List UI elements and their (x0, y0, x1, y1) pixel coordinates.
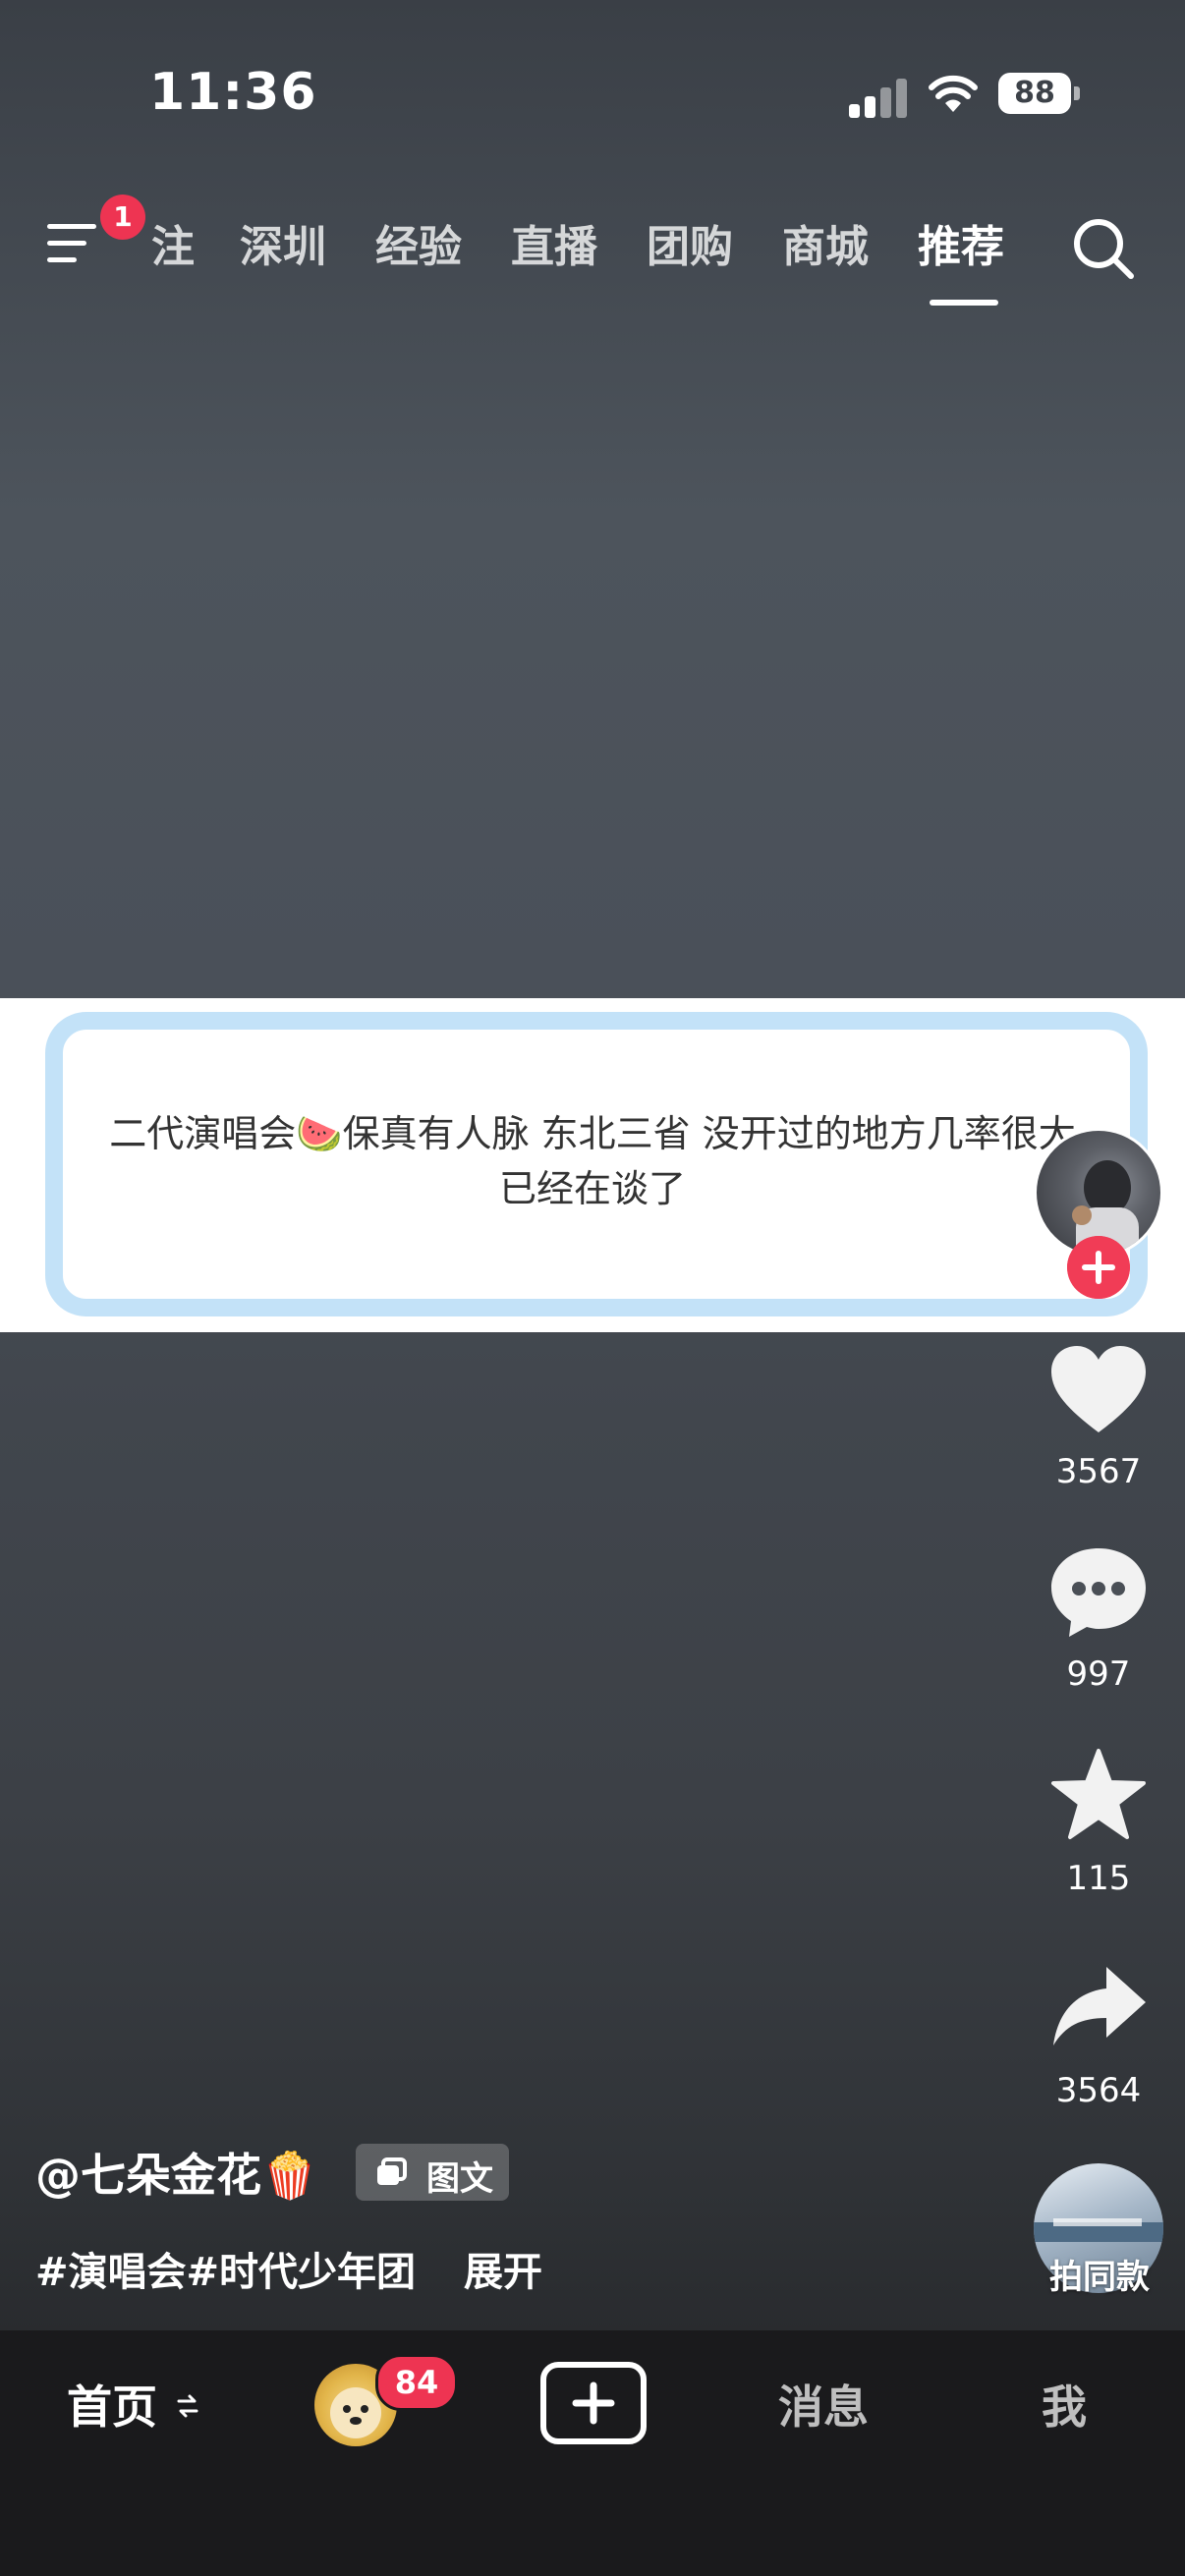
share-arrow-icon[interactable] (1047, 1959, 1150, 2057)
menu-notification-badge: 1 (100, 195, 145, 240)
post-type-label: 图文 (426, 2159, 493, 2199)
battery-level: 88 (998, 73, 1071, 114)
tab-following[interactable]: 注 (151, 218, 195, 277)
expand-button[interactable]: 展开 (464, 2240, 542, 2297)
like-count: 3567 (1055, 1452, 1142, 1491)
tab-shenzhen[interactable]: 深圳 (240, 218, 326, 277)
same-style-label[interactable]: 拍同款 (1022, 2250, 1177, 2298)
tab-me[interactable]: 我 (1042, 2372, 1087, 2436)
cellular-signal-icon (849, 77, 908, 118)
post-card-text: 二代演唱会🍉保真有人脉 东北三省 没开过的地方几率很大 已经在谈了 (109, 1112, 1076, 1210)
friends-notification-badge: 84 (375, 2354, 458, 2411)
swap-arrows-icon[interactable] (177, 2391, 198, 2421)
tab-home[interactable]: 首页 (67, 2372, 157, 2436)
post-hashtags[interactable]: #演唱会#时代少年团 (35, 2240, 416, 2297)
tab-messages[interactable]: 消息 (778, 2372, 869, 2436)
comment-icon[interactable] (1047, 1542, 1150, 1641)
active-tab-indicator (930, 300, 998, 306)
wifi-icon (929, 75, 978, 112)
follow-button[interactable] (1067, 1236, 1130, 1299)
status-time: 11:36 (149, 63, 317, 122)
battery-indicator: 88 (998, 73, 1081, 114)
tab-experience[interactable]: 经验 (375, 218, 462, 277)
share-count: 3564 (1055, 2071, 1142, 2110)
tab-mall[interactable]: 商城 (782, 218, 869, 277)
create-button[interactable] (540, 2362, 647, 2444)
tab-group-buy[interactable]: 团购 (647, 218, 733, 277)
favorite-star-icon[interactable] (1047, 1747, 1150, 1845)
favorite-count: 115 (1066, 1859, 1131, 1898)
like-heart-icon[interactable] (1047, 1342, 1150, 1440)
search-icon[interactable] (1071, 216, 1136, 281)
tab-recommended[interactable]: 推荐 (918, 218, 1004, 277)
author-name[interactable]: @七朵金花🍿 (35, 2140, 317, 2205)
tab-live[interactable]: 直播 (511, 218, 597, 277)
plus-icon (572, 2381, 615, 2425)
menu-icon[interactable] (47, 218, 104, 269)
comment-count: 997 (1066, 1654, 1131, 1694)
image-text-icon (377, 2157, 407, 2185)
